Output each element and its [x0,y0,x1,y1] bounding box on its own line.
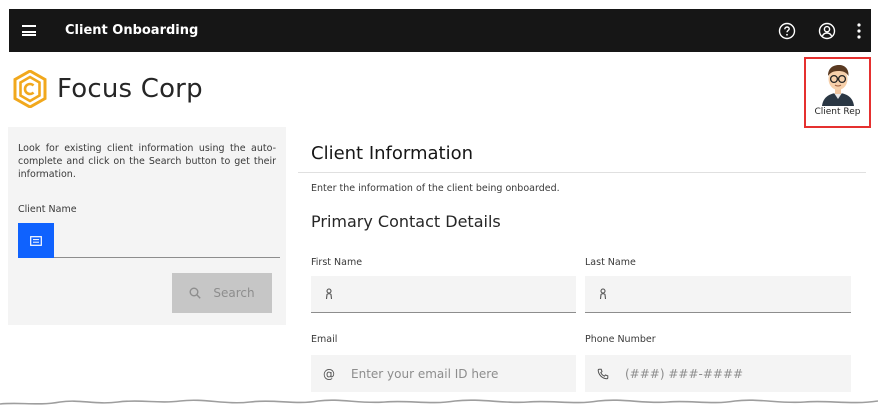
person-icon [311,288,347,300]
user-profile-icon [818,22,836,39]
phone-number-label: Phone Number [585,334,656,345]
role-label: Client Rep [814,107,861,117]
menu-button[interactable] [9,9,49,52]
at-sign-icon: @ [323,366,335,381]
first-name-label: First Name [311,257,363,268]
last-name-label: Last Name [585,257,636,268]
menu-icon [22,25,36,36]
top-navigation-bar: Client Onboarding [9,9,871,52]
client-name-input[interactable] [18,223,280,258]
email-field[interactable]: @ Enter your email ID here [311,355,576,392]
person-icon [585,288,621,300]
torn-edge-decoration [0,399,878,414]
client-name-label: Client Name [18,204,77,215]
brand: Focus Corp [13,70,203,108]
search-button-label: Search [213,286,255,300]
focus-corp-logo-icon [13,70,47,108]
list-card-icon [30,235,42,246]
avatar-icon [821,65,854,106]
help-icon [778,22,796,39]
primary-contact-title: Primary Contact Details [311,212,501,231]
client-information-title: Client Information [311,143,474,164]
search-button[interactable]: Search [172,273,272,313]
phone-number-placeholder: (###) ###-#### [625,366,744,381]
search-icon [189,287,202,299]
first-name-field[interactable] [311,276,576,313]
email-label: Email [311,334,338,345]
app-title: Client Onboarding [65,23,199,38]
lookup-description: Look for existing client information usi… [18,143,276,180]
last-name-field[interactable] [585,276,851,313]
client-rep-avatar[interactable]: Client Rep [804,57,871,128]
brand-name: Focus Corp [57,74,203,104]
email-placeholder: Enter your email ID here [351,366,499,381]
help-button[interactable] [767,9,807,52]
client-lookup-panel: Look for existing client information usi… [8,127,286,325]
client-information-description: Enter the information of the client bein… [311,183,560,194]
client-name-icon-badge [18,223,54,258]
divider [298,172,866,173]
overflow-menu-button[interactable] [847,9,871,52]
overflow-menu-icon [857,22,861,39]
phone-icon [585,368,621,380]
phone-number-field[interactable]: (###) ###-#### [585,355,851,392]
user-profile-button[interactable] [807,9,847,52]
